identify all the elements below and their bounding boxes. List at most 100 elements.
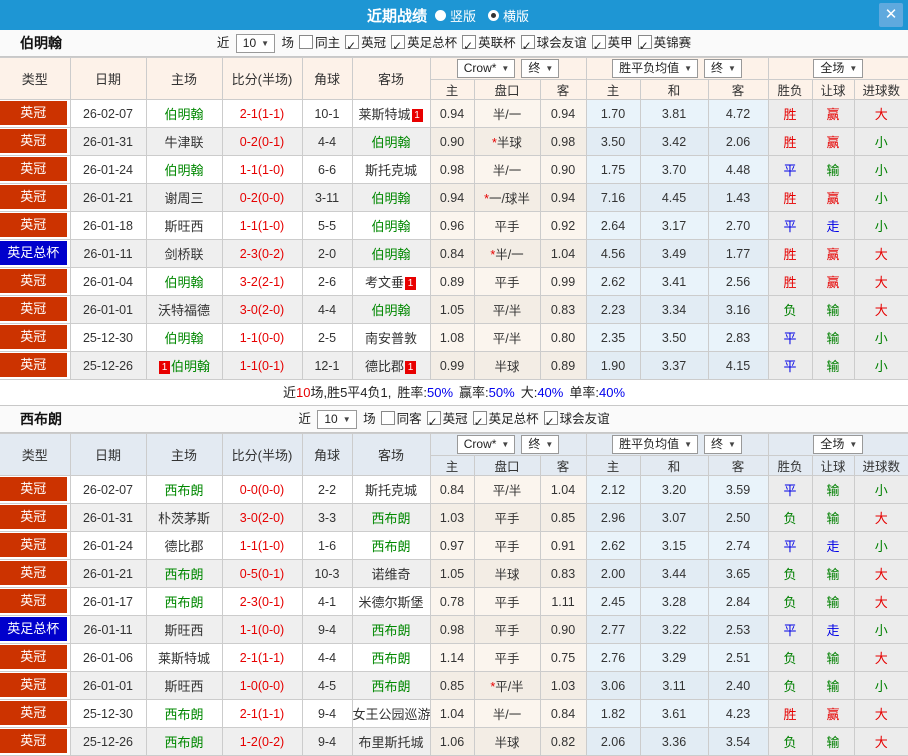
scope-select[interactable]: 全场 <box>813 59 864 78</box>
score-cell: 0-5(0-1) <box>221 559 303 588</box>
checkbox-icon[interactable] <box>543 409 558 435</box>
checkbox-icon[interactable] <box>380 411 395 425</box>
checkbox-icon[interactable] <box>345 33 360 59</box>
goals-result-cell: 小 <box>853 351 908 380</box>
match-count-select[interactable]: 10 <box>235 34 276 54</box>
result-cell: 负 <box>767 503 813 532</box>
radio-icon[interactable] <box>434 9 446 21</box>
checkbox-label: 球会友谊 <box>536 36 587 50</box>
games-label: 场 <box>278 36 295 50</box>
checkbox-icon[interactable] <box>591 33 606 59</box>
date-cell: 25-12-26 <box>69 351 147 380</box>
avg-draw-cell: 3.11 <box>639 671 709 700</box>
scope-select[interactable]: 全场 <box>813 435 864 454</box>
title-group: 近期战绩 竖版 横版 <box>367 5 541 26</box>
result-cell: 平 <box>767 475 813 504</box>
away-team-name: 诺维奇 <box>371 567 411 582</box>
score-cell: 1-1(0-0) <box>221 323 303 352</box>
avg-time-select[interactable]: 终 <box>704 435 742 454</box>
away-odds-cell: 0.89 <box>539 351 587 380</box>
odds-time-select[interactable]: 终 <box>521 59 560 78</box>
corners-cell: 3-3 <box>301 503 353 532</box>
league-type-cell: 英足总杯 <box>0 239 71 268</box>
competition-checkbox[interactable]: 英冠 <box>345 33 386 59</box>
league-badge: 英足总杯 <box>0 617 67 641</box>
avg-select[interactable]: 胜平负均值 <box>612 59 699 78</box>
result-cell: 平 <box>767 323 813 352</box>
score-cell: 1-1(1-0) <box>221 211 303 240</box>
competition-checkbox[interactable]: 英冠 <box>426 409 468 435</box>
handicap-cell: 平手 <box>473 211 541 240</box>
corners-cell: 4-1 <box>301 587 353 616</box>
league-badge: 英冠 <box>0 561 67 585</box>
odds-source-select[interactable]: Crow* <box>456 59 516 78</box>
date-cell: 26-01-11 <box>69 239 147 268</box>
league-badge: 英冠 <box>0 477 67 501</box>
checkbox-label: 英联杯 <box>478 36 516 50</box>
layout-radio-checked[interactable]: 横版 <box>488 6 529 25</box>
away-team-cell: 伯明翰 <box>351 127 431 156</box>
handicap-result-cell: 输 <box>811 503 855 532</box>
competition-checkbox[interactable]: 球会友谊 <box>520 33 587 59</box>
handicap-result-cell: 赢 <box>811 99 855 128</box>
avg-select[interactable]: 胜平负均值 <box>612 435 699 454</box>
date-cell: 26-01-17 <box>69 587 147 616</box>
away-team-cell: 布里斯托城 <box>351 727 431 756</box>
column-header: 比分(半场) <box>221 57 303 100</box>
score-cell: 0-2(0-0) <box>221 183 303 212</box>
close-button[interactable]: ✕ <box>879 3 903 27</box>
competition-checkbox[interactable]: 英足总杯 <box>391 33 457 59</box>
goals-result-cell: 大 <box>853 699 908 728</box>
home-team-name: 西布朗 <box>164 483 204 498</box>
radio-icon[interactable] <box>488 9 499 21</box>
goals-result-cell: 小 <box>853 155 908 184</box>
home-team-name: 西布朗 <box>164 707 204 722</box>
league-badge: 英冠 <box>0 701 67 725</box>
record-summary: 近10场,胜5平4负1, 胜率:50% 赢率:50% 大:40% 单率:40% <box>0 380 908 406</box>
competition-checkbox[interactable]: 英甲 <box>591 33 633 59</box>
goals-result-cell: 小 <box>853 671 908 700</box>
odds-time-select[interactable]: 终 <box>521 435 560 454</box>
checkbox-icon[interactable] <box>426 409 441 435</box>
away-team-cell: 西布朗 <box>351 671 431 700</box>
date-cell: 26-01-21 <box>69 183 147 212</box>
match-count-select[interactable]: 10 <box>317 410 357 430</box>
checkbox-icon[interactable] <box>299 35 314 49</box>
checkbox-icon[interactable] <box>637 33 652 59</box>
home-odds-cell: 0.84 <box>429 239 475 268</box>
away-odds-cell: 0.99 <box>539 267 587 296</box>
avg-time-select[interactable]: 终 <box>704 59 742 78</box>
team-name: 西布朗 <box>20 411 62 427</box>
home-team-cell: 西布朗 <box>145 475 223 504</box>
competition-checkbox[interactable]: 英锦赛 <box>637 33 691 59</box>
goals-result-cell: 大 <box>853 559 908 588</box>
checkbox-icon[interactable] <box>472 409 487 435</box>
corners-cell: 10-3 <box>301 559 353 588</box>
avg-away-cell: 2.74 <box>707 531 769 560</box>
corners-cell: 1-6 <box>301 531 353 560</box>
date-cell: 26-01-01 <box>69 671 147 700</box>
odds-source-select[interactable]: Crow* <box>456 435 516 454</box>
date-cell: 26-01-31 <box>69 503 147 532</box>
away-team-name: 伯明翰 <box>371 191 411 206</box>
handicap-cell: 半球 <box>473 351 541 380</box>
score-cell: 3-0(2-0) <box>221 503 303 532</box>
away-team-cell: 伯明翰 <box>351 295 431 324</box>
handicap-result-cell: 输 <box>811 475 855 504</box>
checkbox-icon[interactable] <box>391 33 406 59</box>
layout-radio-unchecked[interactable]: 竖版 <box>434 6 476 25</box>
checkbox-icon[interactable] <box>520 33 535 59</box>
checkbox-icon[interactable] <box>462 33 477 59</box>
sub-column-header: 客 <box>707 455 769 476</box>
corners-cell: 9-4 <box>301 699 353 728</box>
competition-checkbox[interactable]: 英足总杯 <box>472 409 539 435</box>
same-venue-checkbox[interactable]: 同主 <box>299 35 340 50</box>
home-team-cell: 伯明翰 <box>145 99 223 128</box>
competition-checkbox[interactable]: 英联杯 <box>462 33 516 59</box>
same-venue-checkbox[interactable]: 同客 <box>380 411 422 426</box>
date-cell: 26-01-24 <box>69 531 147 560</box>
home-team-name: 斯旺西 <box>164 679 204 694</box>
avg-home-cell: 4.56 <box>585 239 641 268</box>
away-odds-cell: 1.04 <box>539 239 587 268</box>
competition-checkbox[interactable]: 球会友谊 <box>543 409 610 435</box>
